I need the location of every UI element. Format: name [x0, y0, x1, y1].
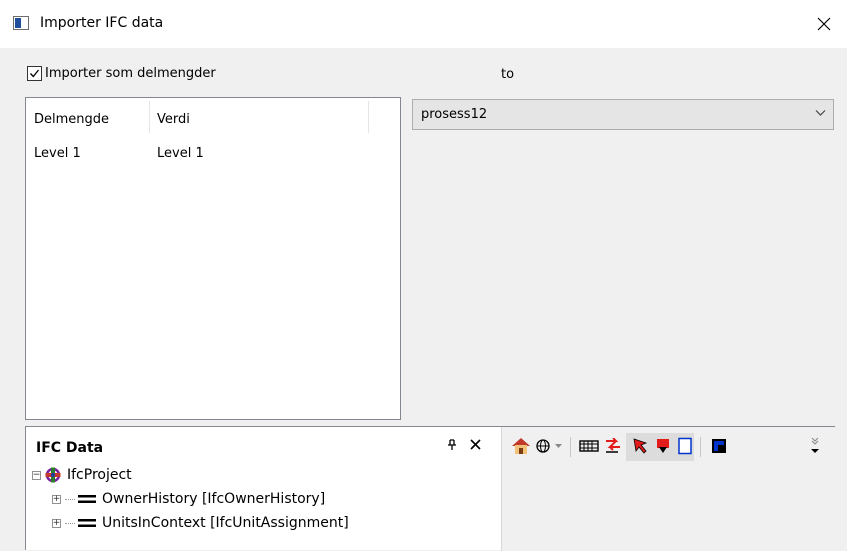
column-divider[interactable]	[368, 101, 369, 133]
collapse-toggle-icon[interactable]: −	[32, 470, 41, 480]
pin-icon[interactable]	[447, 439, 457, 451]
tree-node-ifcproject[interactable]: − IfcProject	[32, 467, 132, 483]
overflow-chevron-icon	[811, 437, 819, 453]
import-as-subsets-option[interactable]: Importer som delmengder	[27, 66, 216, 81]
move-down-button[interactable]	[652, 435, 674, 457]
toolbar-separator	[700, 437, 701, 457]
blue-corner-button[interactable]	[708, 435, 730, 457]
blue-corner-icon	[712, 439, 726, 453]
close-button[interactable]	[801, 0, 847, 48]
viewer-area[interactable]	[501, 427, 836, 551]
film-strip-button[interactable]	[578, 435, 600, 457]
select-pointer-button[interactable]	[630, 435, 652, 457]
close-icon[interactable]	[470, 439, 481, 450]
ifc-project-icon	[45, 467, 61, 483]
column-header-value[interactable]: Verdi	[157, 112, 190, 127]
expand-toggle-icon[interactable]: +	[52, 518, 61, 528]
tree-connector	[65, 522, 75, 524]
tree-node-unitsincontext[interactable]: + UnitsInContext [IfcUnitAssignment]	[52, 515, 349, 531]
title-bar: Importer IFC data	[0, 0, 847, 48]
panel-title: IFC Data	[36, 440, 104, 456]
equals-icon	[78, 519, 96, 527]
tree-node-label: UnitsInContext [IfcUnitAssignment]	[102, 515, 349, 531]
tree-node-label: IfcProject	[67, 467, 132, 483]
chevron-down-icon	[815, 110, 826, 116]
toolbar-overflow-button[interactable]	[808, 435, 822, 457]
dropdown-arrow-icon	[554, 443, 562, 448]
red-down-arrow-icon	[657, 439, 669, 453]
close-icon	[817, 17, 831, 31]
red-arrows-icon	[606, 438, 620, 453]
sphere-button[interactable]	[532, 435, 554, 457]
subset-cell: Level 1	[34, 146, 81, 161]
tree-node-label: OwnerHistory [IfcOwnerHistory]	[102, 491, 326, 507]
column-header-subset[interactable]: Delmengde	[34, 112, 109, 127]
red-arrows-button[interactable]	[602, 435, 624, 457]
house-button[interactable]	[510, 435, 532, 457]
rectangle-icon	[678, 437, 692, 455]
subset-list[interactable]: Delmengde Verdi Level 1 Level 1	[25, 97, 401, 420]
sphere-dropdown-button[interactable]	[552, 435, 564, 457]
film-strip-icon	[579, 440, 599, 452]
list-header: Delmengde Verdi	[26, 98, 400, 146]
tree-node-ownerhistory[interactable]: + OwnerHistory [IfcOwnerHistory]	[52, 491, 325, 507]
to-label: to	[501, 67, 515, 82]
tree-connector	[65, 498, 75, 500]
rectangle-button[interactable]	[674, 435, 696, 457]
column-divider[interactable]	[149, 101, 150, 133]
select-pointer-icon	[633, 438, 648, 454]
app-icon	[13, 16, 29, 30]
ifc-data-panel: IFC Data − IfcProject + OwnerHistory [If…	[25, 426, 836, 551]
dropdown-value: prosess12	[421, 107, 488, 122]
sphere-icon	[536, 439, 550, 453]
checkmark-icon	[30, 69, 40, 78]
list-item[interactable]: Level 1 Level 1	[26, 146, 400, 166]
house-icon	[512, 438, 530, 454]
toolbar-separator	[570, 437, 571, 457]
window-title: Importer IFC data	[40, 15, 164, 31]
value-cell: Level 1	[157, 146, 204, 161]
target-process-dropdown[interactable]: prosess12	[412, 99, 834, 130]
import-as-subsets-checkbox[interactable]	[27, 66, 42, 81]
viewer-toolbar	[502, 427, 836, 467]
expand-toggle-icon[interactable]: +	[52, 494, 61, 504]
import-as-subsets-label[interactable]: Importer som delmengder	[45, 66, 216, 81]
equals-icon	[78, 495, 96, 503]
